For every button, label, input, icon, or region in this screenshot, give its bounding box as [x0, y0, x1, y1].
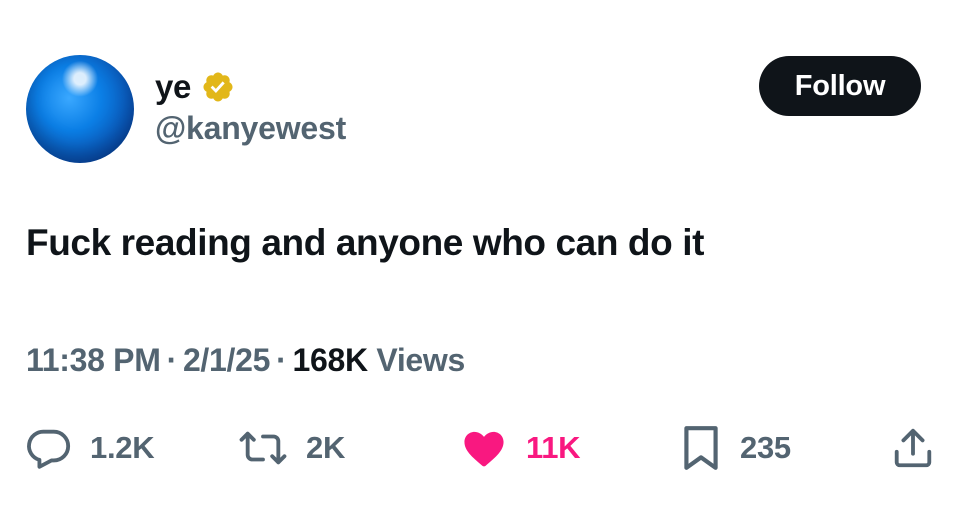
avatar[interactable] [26, 55, 134, 163]
follow-button[interactable]: Follow [759, 56, 921, 116]
tweet-meta: 11:38 PM · 2/1/25 · 168K Views [26, 342, 465, 379]
reply-count: 1.2K [90, 430, 155, 465]
like-count: 11K [526, 430, 581, 465]
meta-separator: · [276, 342, 287, 378]
share-icon [890, 425, 936, 471]
views-label: Views [376, 342, 466, 378]
repost-button[interactable]: 2K [238, 418, 345, 478]
author-handle[interactable]: @kanyewest [155, 110, 346, 147]
reply-button[interactable]: 1.2K [26, 418, 155, 478]
verified-badge-icon[interactable] [201, 70, 235, 104]
action-bar: 1.2K 2K 11K 235 [0, 418, 978, 478]
display-name[interactable]: ye [155, 68, 191, 106]
repost-icon [238, 425, 288, 471]
bookmark-button[interactable]: 235 [680, 418, 791, 478]
like-button[interactable]: 11K [460, 418, 581, 478]
meta-separator: · [166, 342, 178, 378]
tweet-date[interactable]: 2/1/25 [183, 342, 270, 378]
heart-icon [460, 425, 508, 471]
views-count: 168K [292, 342, 368, 378]
tweet-text: Fuck reading and anyone who can do it [26, 222, 705, 263]
reply-icon [26, 425, 72, 471]
bookmark-count: 235 [740, 430, 791, 465]
tweet-time[interactable]: 11:38 PM [26, 342, 161, 378]
tweet-card: ye @kanyewest Follow Fuck reading and an… [0, 0, 978, 506]
bookmark-icon [680, 423, 722, 473]
repost-count: 2K [306, 430, 346, 465]
share-button[interactable] [890, 418, 936, 478]
author-name-row: ye [155, 64, 235, 110]
